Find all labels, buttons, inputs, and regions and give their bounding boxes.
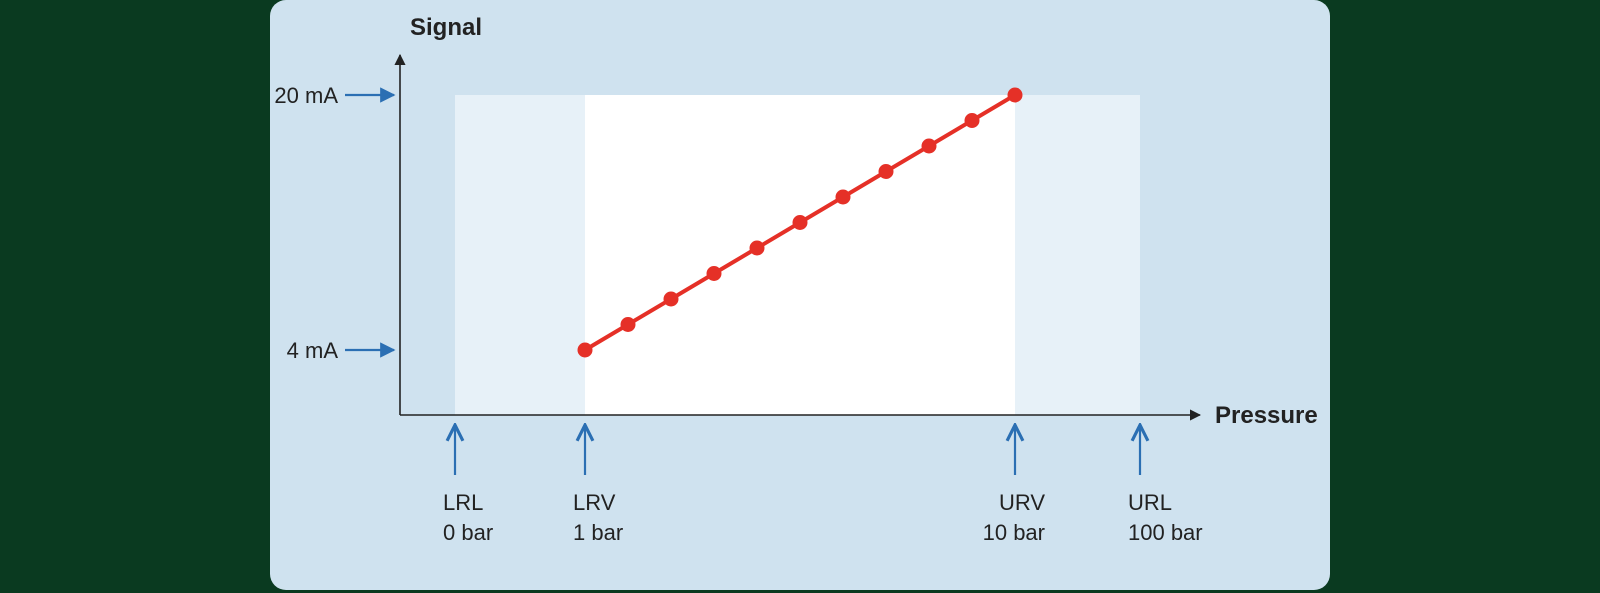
data-point [750, 241, 765, 256]
x-annotation-key: LRL [443, 490, 483, 515]
chart-card: Signal Pressure 4 mA 20 mA LRL 0 bar LRV 1 bar U… [270, 0, 1330, 590]
data-point [879, 164, 894, 179]
data-point [1008, 88, 1023, 103]
y-tick-label: 20 mA [274, 83, 338, 108]
x-annotation-key: LRV [573, 490, 616, 515]
data-point [664, 292, 679, 307]
data-point [621, 317, 636, 332]
data-point [707, 266, 722, 281]
x-axis-title: Pressure [1215, 402, 1318, 429]
x-annotation-value: 1 bar [573, 520, 623, 545]
x-annotation-value: 10 bar [983, 520, 1045, 545]
x-annotation-key: URV [999, 490, 1045, 515]
signal-pressure-chart: Signal Pressure 4 mA 20 mA LRL 0 bar LRV 1 bar U… [270, 0, 1330, 590]
data-point [793, 215, 808, 230]
data-point [922, 139, 937, 154]
y-tick-label: 4 mA [287, 338, 339, 363]
data-point [578, 343, 593, 358]
x-annotation-key: URL [1128, 490, 1172, 515]
y-axis-title: Signal [410, 14, 482, 41]
data-point [965, 113, 980, 128]
x-annotation-value: 0 bar [443, 520, 493, 545]
data-point [836, 190, 851, 205]
x-annotation-value: 100 bar [1128, 520, 1203, 545]
